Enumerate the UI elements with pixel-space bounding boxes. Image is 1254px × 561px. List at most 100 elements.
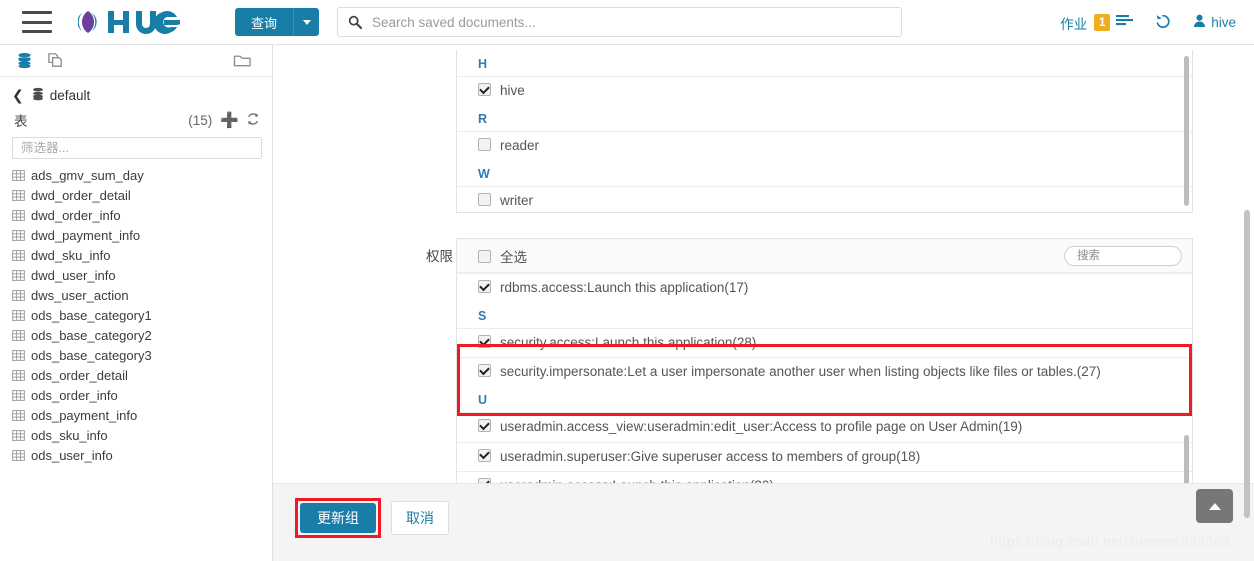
table-icon [12, 209, 25, 222]
form-buttons: 更新组 取消 [295, 498, 449, 538]
table-list-item[interactable]: ads_gmv_sum_day [12, 165, 272, 185]
form-action-bar: 更新组 取消 [273, 483, 1254, 561]
permission-label: useradmin.access_view:useradmin:edit_use… [500, 419, 1023, 435]
table-icon [12, 289, 25, 302]
table-name: ods_base_category1 [31, 307, 152, 323]
permissions-list: rdbms.access:Launch this application(17)… [457, 273, 1192, 500]
page-scrollbar[interactable] [1244, 210, 1250, 518]
jobs-nav-item[interactable]: 作业 1 [1060, 13, 1134, 33]
table-list-item[interactable]: dwd_sku_info [12, 245, 272, 265]
permission-checkbox[interactable] [478, 280, 491, 293]
permission-checkbox[interactable] [478, 364, 491, 378]
refresh-icon[interactable] [246, 112, 260, 129]
group-letter-heading: R [478, 112, 488, 127]
table-icon [12, 309, 25, 322]
query-dropdown-toggle[interactable] [293, 8, 320, 36]
permissions-label: 权限 [426, 249, 453, 264]
table-list-item[interactable]: dwd_order_info [12, 205, 272, 225]
table-name: ods_base_category2 [31, 327, 152, 343]
permission-checkbox[interactable] [478, 335, 491, 349]
table-list-item[interactable]: ods_base_category1 [12, 305, 272, 325]
permission-checkbox-row[interactable]: rdbms.access:Launch this application(17) [457, 273, 1192, 302]
update-group-highlight: 更新组 [295, 498, 381, 538]
scroll-to-top-button[interactable] [1196, 489, 1233, 523]
group-checkbox-row[interactable]: hive [457, 76, 1192, 105]
table-name: ods_base_category3 [31, 347, 152, 363]
table-name: ods_order_info [31, 387, 118, 403]
group-checkbox[interactable] [478, 83, 491, 96]
permission-checkbox-row[interactable]: security.access:Launch this application(… [457, 328, 1192, 357]
group-label: writer [500, 193, 533, 209]
select-all-label: 全选 [500, 249, 527, 265]
table-icon [12, 189, 25, 202]
breadcrumb-db-name: default [49, 88, 91, 103]
database-icon[interactable] [16, 52, 33, 69]
table-list-item[interactable]: ods_order_info [12, 385, 272, 405]
chevron-up-icon [1208, 502, 1221, 510]
chevron-down-icon [302, 19, 311, 25]
permission-checkbox-row[interactable]: security.impersonate:Let a user imperson… [457, 357, 1192, 386]
table-list-item[interactable]: ods_user_info [12, 445, 272, 465]
documents-icon[interactable] [47, 52, 64, 69]
permission-checkbox-row[interactable]: useradmin.superuser:Give superuser acces… [457, 441, 1192, 471]
search-icon [348, 15, 363, 29]
user-nav-item[interactable]: hive [1193, 14, 1236, 31]
permission-label: security.impersonate:Let a user imperson… [500, 364, 1101, 380]
permission-label: rdbms.access:Launch this application(17) [500, 280, 749, 295]
table-list-item[interactable]: ods_base_category2 [12, 325, 272, 345]
groups-panel-scrollbar[interactable] [1184, 56, 1189, 206]
table-name: ods_order_detail [31, 367, 128, 383]
select-all-checkbox[interactable] [478, 250, 491, 263]
table-list-item[interactable]: ods_base_category3 [12, 345, 272, 365]
table-name: dws_user_action [31, 287, 129, 303]
permission-letter-heading: U [478, 393, 488, 408]
table-list-item[interactable]: dwd_payment_info [12, 225, 272, 245]
query-button[interactable]: 查询 [235, 8, 294, 36]
left-sidebar: ❮ default 表 (15) ➕ 筛选器... ads_gmv_sum_da… [0, 45, 273, 561]
global-search-box[interactable] [337, 7, 903, 37]
group-checkbox[interactable] [478, 193, 491, 207]
group-checkbox-row[interactable]: writer [457, 186, 1192, 212]
permission-label: security.access:Launch this application(… [500, 335, 757, 351]
permission-checkbox[interactable] [478, 448, 491, 462]
update-group-button[interactable]: 更新组 [300, 503, 376, 533]
table-list-item[interactable]: ods_sku_info [12, 425, 272, 445]
hue-app-window: 查询 作业 1 [0, 0, 1254, 561]
tables-count: (15) [188, 112, 213, 128]
table-list-item[interactable]: dwd_order_detail [12, 185, 272, 205]
select-all-control[interactable]: 全选 [478, 246, 527, 266]
breadcrumb[interactable]: ❮ default [0, 77, 272, 108]
user-name-label: hive [1211, 15, 1236, 30]
table-list-item[interactable]: ods_order_detail [12, 365, 272, 385]
group-checkbox-row[interactable]: reader [457, 131, 1192, 160]
jobs-label: 作业 [1060, 16, 1088, 32]
permissions-search-box[interactable] [1064, 245, 1182, 266]
table-filter-input[interactable] [19, 140, 255, 156]
top-navigation-bar: 查询 作业 1 [0, 0, 1254, 45]
folder-icon[interactable] [233, 52, 252, 69]
permission-checkbox[interactable] [478, 419, 491, 433]
history-nav-item[interactable] [1155, 13, 1171, 32]
permission-label: useradmin.superuser:Give superuser acces… [500, 448, 921, 464]
list-icon [1116, 14, 1134, 31]
table-icon [12, 409, 25, 422]
table-list-item[interactable]: ods_payment_info [12, 405, 272, 425]
top-nav-right-cluster: 作业 1 hive [1060, 0, 1236, 45]
groups-checkbox-panel[interactable]: Hhive Rreader Wwriter [456, 50, 1193, 213]
hamburger-menu-icon[interactable] [22, 11, 52, 33]
chevron-left-icon[interactable]: ❮ [12, 87, 24, 104]
cancel-button[interactable]: 取消 [391, 501, 449, 535]
table-list-item[interactable]: dwd_user_info [12, 265, 272, 285]
table-list-item[interactable]: dws_user_action [12, 285, 272, 305]
table-filter-box[interactable] [12, 137, 262, 159]
plus-icon[interactable]: ➕ [220, 113, 239, 128]
hue-logo[interactable] [78, 6, 186, 38]
group-checkbox[interactable] [478, 138, 491, 152]
permission-checkbox-row[interactable]: useradmin.access_view:useradmin:edit_use… [457, 412, 1192, 441]
jobs-count-badge: 1 [1094, 14, 1111, 31]
search-input[interactable] [370, 13, 892, 31]
permissions-search-input[interactable] [1075, 248, 1171, 263]
group-label: hive [500, 83, 525, 98]
sidebar-icon-bar [0, 45, 272, 77]
tables-header: 表 (15) ➕ [0, 108, 272, 134]
